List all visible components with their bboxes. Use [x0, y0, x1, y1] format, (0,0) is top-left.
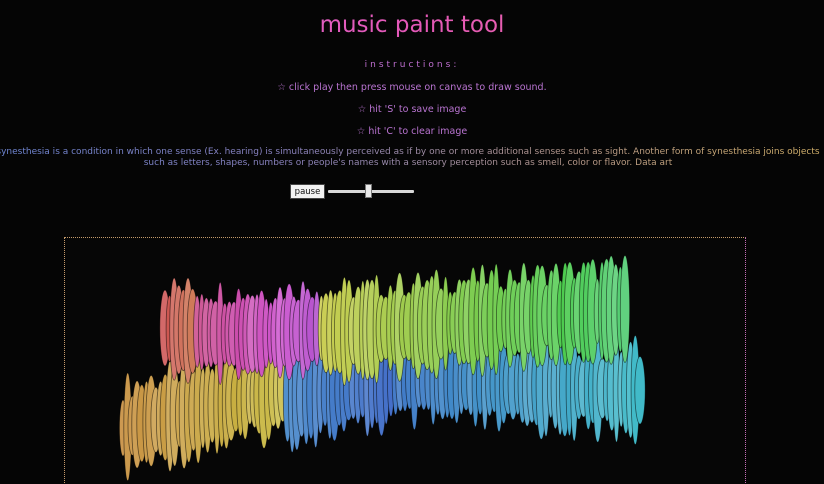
pause-button[interactable]: pause [290, 184, 325, 199]
synesthesia-description: synesthesia is a condition in which one … [0, 147, 824, 169]
instruction-clear: ☆ hit 'C' to clear image [356, 126, 468, 137]
page-title: music paint tool [0, 12, 824, 38]
playback-controls: pause [290, 184, 414, 199]
instruction-draw: ☆ click play then press mouse on canvas … [277, 82, 547, 93]
drawing-canvas[interactable] [64, 237, 746, 484]
volume-slider-thumb[interactable] [365, 184, 373, 198]
volume-slider[interactable] [328, 184, 414, 198]
sound-painting [119, 255, 646, 481]
instruction-save: ☆ hit 'S' to save image [357, 104, 467, 115]
page: music paint tool instructions: ☆ click p… [0, 0, 824, 484]
instructions-heading: instructions: [364, 60, 460, 70]
